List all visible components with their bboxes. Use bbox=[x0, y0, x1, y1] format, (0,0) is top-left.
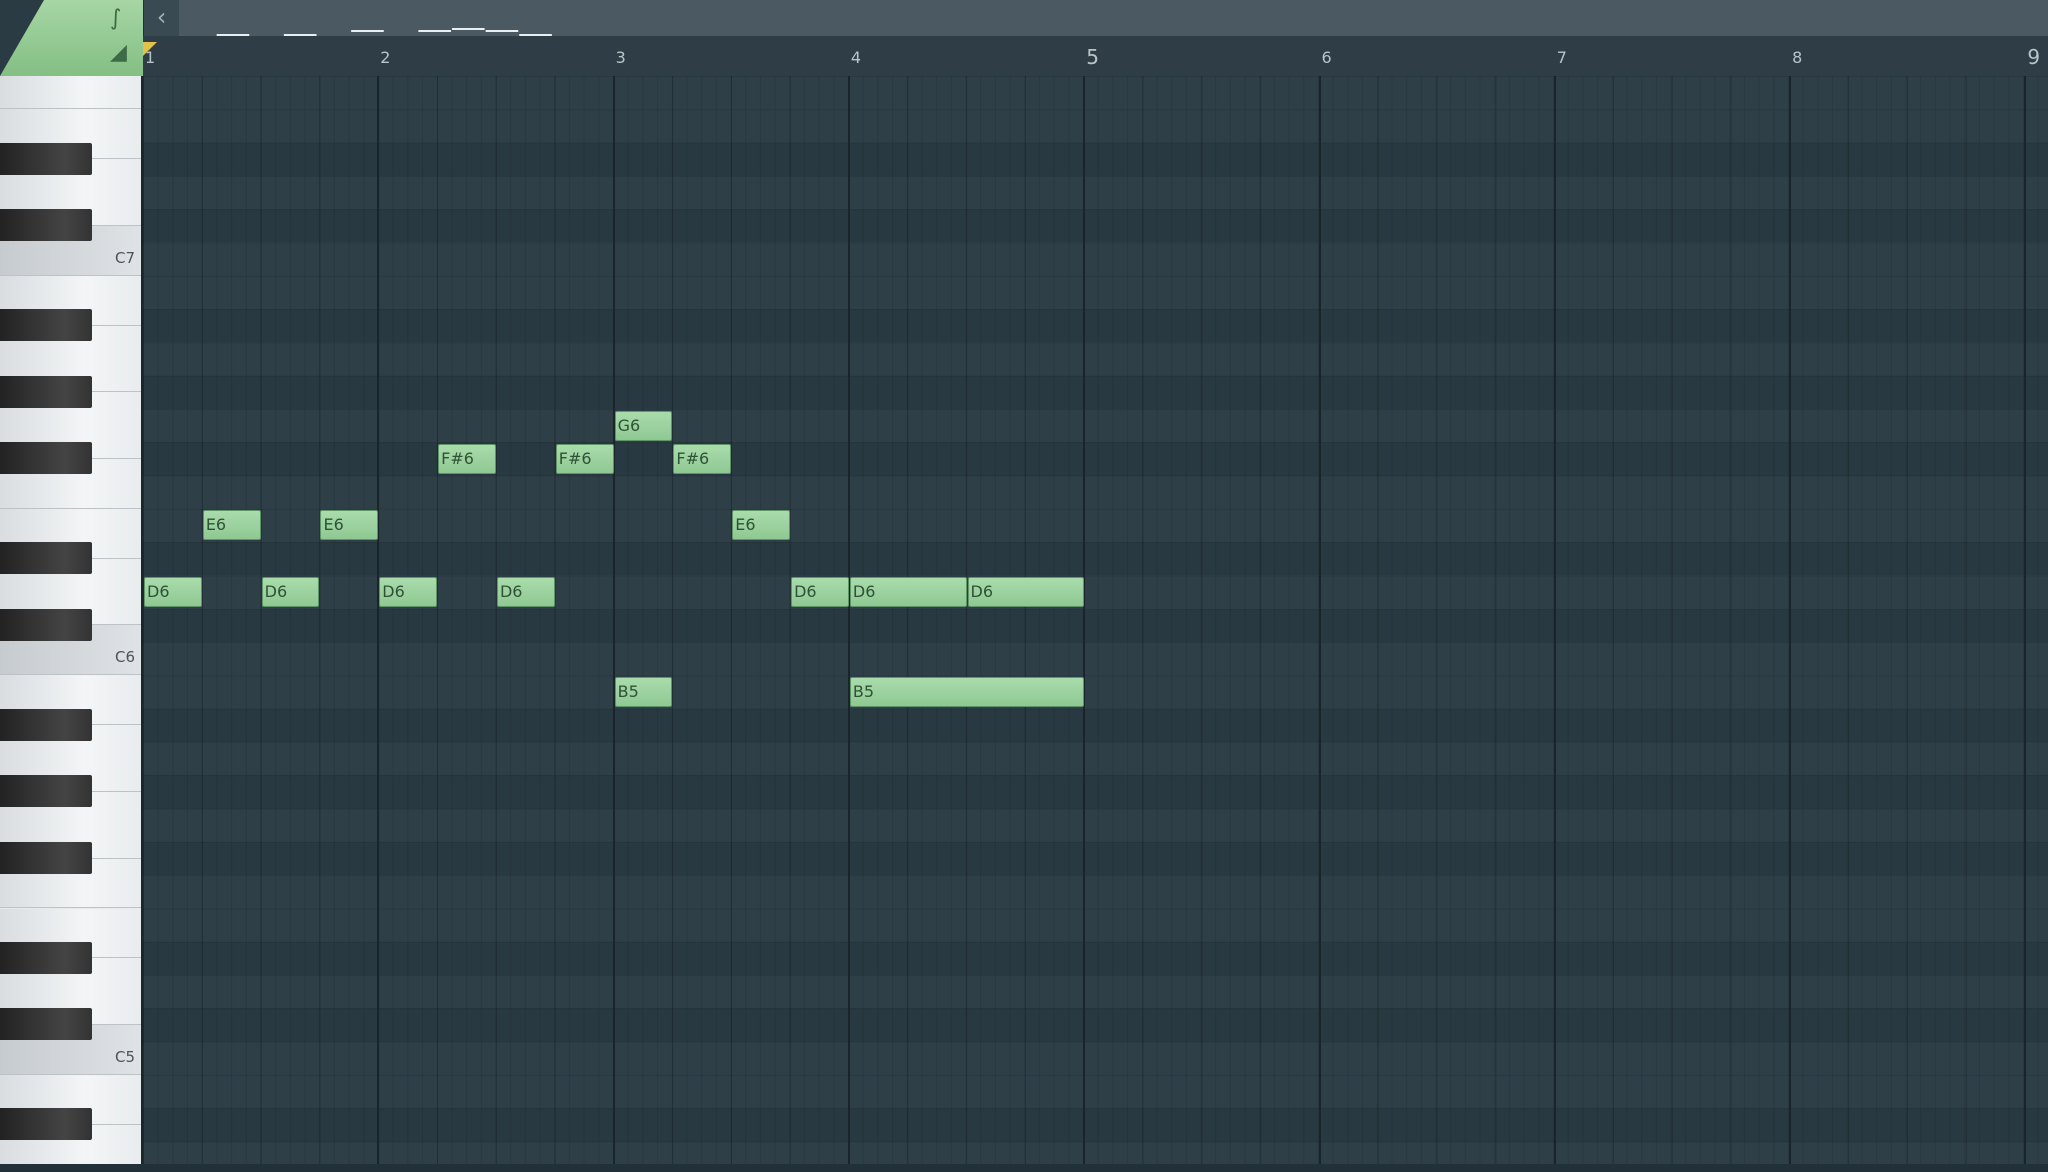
black-key[interactable] bbox=[0, 375, 92, 408]
note-b5[interactable]: B5 bbox=[614, 676, 673, 707]
note-fsharp6[interactable]: F#6 bbox=[438, 443, 496, 474]
note-d6[interactable]: D6 bbox=[144, 577, 202, 607]
black-key[interactable] bbox=[0, 442, 92, 475]
note-d6[interactable]: D6 bbox=[261, 577, 320, 607]
note-d6[interactable]: D6 bbox=[967, 577, 1085, 607]
note-fsharp6[interactable]: F#6 bbox=[673, 443, 732, 474]
note-e6[interactable]: E6 bbox=[320, 510, 379, 541]
black-key[interactable] bbox=[0, 941, 92, 974]
note-grid[interactable]: D6 E6 D6 E6 D6 F#6 D6 F#6 G6 B5 F#6 E6 D6 D6 B5 D6 bbox=[143, 76, 2048, 1164]
bar-line bbox=[1553, 76, 1556, 1164]
overview-note bbox=[485, 30, 519, 32]
black-key-row bbox=[143, 542, 2048, 576]
black-key-row bbox=[143, 442, 2048, 476]
white-key[interactable] bbox=[0, 76, 141, 110]
bar-line bbox=[377, 76, 380, 1164]
black-key[interactable] bbox=[0, 775, 92, 808]
black-key[interactable] bbox=[0, 209, 92, 242]
bar-number: 3 bbox=[615, 48, 626, 67]
overview-note bbox=[418, 30, 451, 32]
black-key-row bbox=[143, 841, 2048, 876]
bar-line bbox=[1789, 76, 1792, 1164]
note-e6[interactable]: E6 bbox=[732, 510, 791, 541]
black-key[interactable] bbox=[0, 608, 92, 641]
piano-keyboard[interactable]: C7 C6 C5 bbox=[0, 76, 143, 1164]
bar-line bbox=[2024, 76, 2027, 1164]
curve-icon[interactable]: ∫ bbox=[110, 8, 121, 30]
bar-number: 4 bbox=[850, 48, 862, 67]
note-b5[interactable]: B5 bbox=[849, 676, 1085, 707]
key-label-c5: C5 bbox=[114, 1047, 135, 1066]
bar-line bbox=[847, 76, 850, 1164]
black-key-row bbox=[143, 608, 2048, 643]
ramp-icon[interactable]: ◢ bbox=[110, 42, 127, 64]
bar-number: 7 bbox=[1556, 48, 1567, 67]
note-fsharp6[interactable]: F#6 bbox=[555, 443, 614, 474]
black-key[interactable] bbox=[0, 1108, 92, 1141]
bar-number: 2 bbox=[380, 48, 391, 67]
black-key-row bbox=[143, 941, 2048, 976]
black-key-row bbox=[143, 708, 2048, 742]
bar-number: 6 bbox=[1321, 48, 1332, 67]
key-label-c6: C6 bbox=[114, 648, 135, 667]
black-key-row bbox=[143, 375, 2048, 409]
bar-line bbox=[1318, 76, 1321, 1164]
piano-roll-corner: ∫ ◢ bbox=[0, 0, 143, 76]
black-key-row bbox=[143, 309, 2048, 343]
black-key[interactable] bbox=[0, 1008, 92, 1041]
black-key-row bbox=[143, 142, 2048, 176]
black-key[interactable] bbox=[0, 142, 92, 175]
black-key-row bbox=[143, 209, 2048, 243]
black-key[interactable] bbox=[0, 309, 92, 342]
key-label-c7: C7 bbox=[114, 248, 135, 267]
bar-number: 5 bbox=[1086, 45, 1099, 69]
black-key[interactable] bbox=[0, 841, 92, 874]
note-d6[interactable]: D6 bbox=[379, 577, 438, 607]
note-g6[interactable]: G6 bbox=[614, 410, 673, 441]
note-d6[interactable]: D6 bbox=[791, 577, 849, 607]
black-key-row bbox=[143, 775, 2048, 809]
note-overview-strip[interactable] bbox=[179, 0, 2048, 46]
bar-line bbox=[612, 76, 615, 1164]
horizontal-scrollbar[interactable] bbox=[0, 1164, 2048, 1172]
black-key-row bbox=[143, 1008, 2048, 1042]
chevron-left-icon: ‹ bbox=[156, 3, 167, 31]
collapse-button[interactable]: ‹ bbox=[143, 0, 180, 36]
black-key[interactable] bbox=[0, 542, 92, 575]
note-d6[interactable]: D6 bbox=[849, 577, 967, 607]
bar-number: 1 bbox=[145, 48, 156, 67]
bar-number: 8 bbox=[1792, 48, 1803, 67]
overview-graph bbox=[183, 28, 720, 46]
black-key-row bbox=[143, 1108, 2048, 1142]
overview-note bbox=[351, 30, 384, 32]
timeline-ruler[interactable]: 1 2 3 4 5 6 7 8 9 bbox=[143, 36, 2048, 77]
black-key[interactable] bbox=[0, 708, 92, 741]
note-e6[interactable]: E6 bbox=[202, 510, 261, 541]
note-d6[interactable]: D6 bbox=[496, 577, 555, 607]
bar-number: 9 bbox=[2027, 45, 2041, 69]
bar-line bbox=[1083, 76, 1086, 1164]
overview-note bbox=[452, 28, 485, 30]
